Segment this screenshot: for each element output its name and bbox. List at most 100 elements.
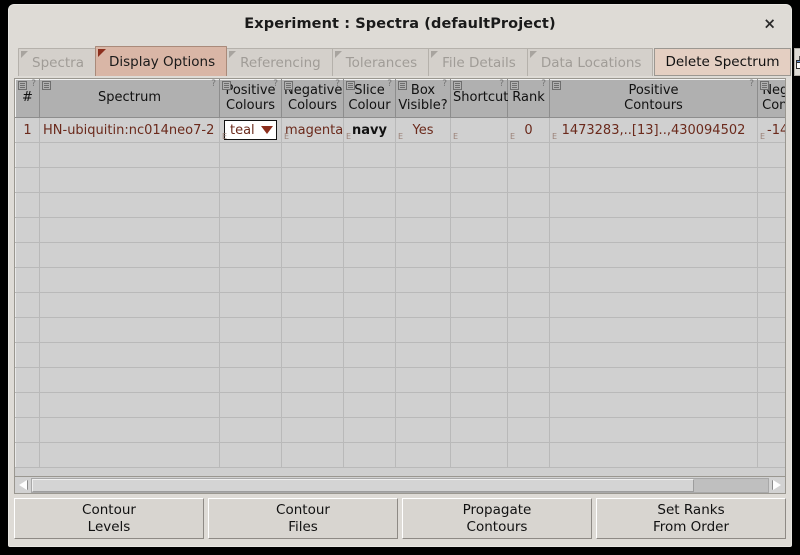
cell-empty[interactable]	[757, 167, 785, 193]
cell-empty[interactable]	[395, 292, 451, 318]
contour-files-button[interactable]: Contour Files	[208, 498, 398, 539]
cell-empty[interactable]	[395, 192, 451, 218]
cell-empty[interactable]	[15, 317, 40, 343]
column-header-index[interactable]: ? #	[15, 79, 40, 118]
cell-empty[interactable]	[450, 267, 508, 293]
cell-empty[interactable]	[395, 442, 451, 468]
scroll-right-button[interactable]	[769, 478, 785, 493]
cell-empty[interactable]	[507, 217, 550, 243]
cell-empty[interactable]	[281, 192, 344, 218]
cell-empty[interactable]	[281, 317, 344, 343]
cell-empty[interactable]	[757, 367, 785, 393]
cell-rank[interactable]: E 0	[507, 117, 550, 143]
cell-empty[interactable]	[219, 442, 282, 468]
cell-empty[interactable]	[757, 442, 785, 468]
cell-empty[interactable]	[549, 192, 758, 218]
cell-empty[interactable]	[343, 217, 396, 243]
cell-empty[interactable]	[39, 217, 220, 243]
cell-empty[interactable]	[15, 442, 40, 468]
column-header-box-visible[interactable]: ? Box Visible?	[395, 79, 451, 118]
tab-file-details[interactable]: File Details	[428, 48, 528, 76]
cell-empty[interactable]	[281, 342, 344, 368]
window-close-button[interactable]: ×	[759, 15, 780, 34]
cell-empty[interactable]	[450, 242, 508, 268]
cell-empty[interactable]	[507, 267, 550, 293]
table-row[interactable]: 1 HN-ubiquitin:nc014neo7-2 E teal E mage…	[15, 117, 785, 143]
cell-empty[interactable]	[450, 367, 508, 393]
cell-empty[interactable]	[15, 142, 40, 168]
cell-empty[interactable]	[507, 192, 550, 218]
cell-empty[interactable]	[219, 267, 282, 293]
cell-empty[interactable]	[450, 192, 508, 218]
cell-empty[interactable]	[343, 392, 396, 418]
cell-empty[interactable]	[343, 142, 396, 168]
table-row-empty[interactable]	[15, 292, 785, 318]
cell-empty[interactable]	[549, 342, 758, 368]
scrollbar-track[interactable]	[31, 477, 769, 493]
cell-empty[interactable]	[219, 142, 282, 168]
cell-negative-contours[interactable]: E -1473283,..	[757, 117, 785, 143]
cell-empty[interactable]	[343, 442, 396, 468]
cell-empty[interactable]	[281, 242, 344, 268]
cell-empty[interactable]	[757, 342, 785, 368]
cell-empty[interactable]	[343, 342, 396, 368]
cell-empty[interactable]	[15, 242, 40, 268]
cell-empty[interactable]	[15, 267, 40, 293]
table-row-empty[interactable]	[15, 317, 785, 343]
cell-empty[interactable]	[39, 267, 220, 293]
tab-tolerances[interactable]: Tolerances	[331, 48, 430, 76]
column-header-spectrum[interactable]: ? Spectrum	[39, 79, 220, 118]
cell-slice-colour[interactable]: E navy	[343, 117, 396, 143]
cell-empty[interactable]	[281, 392, 344, 418]
cell-empty[interactable]	[450, 442, 508, 468]
cell-empty[interactable]	[395, 142, 451, 168]
contour-levels-button[interactable]: Contour Levels	[14, 498, 204, 539]
cell-empty[interactable]	[15, 217, 40, 243]
table-row-empty[interactable]	[15, 367, 785, 393]
cell-empty[interactable]	[343, 292, 396, 318]
cell-empty[interactable]	[219, 342, 282, 368]
cell-empty[interactable]	[395, 242, 451, 268]
cell-empty[interactable]	[281, 417, 344, 443]
cell-empty[interactable]	[549, 267, 758, 293]
scroll-left-button[interactable]	[15, 478, 31, 493]
cell-empty[interactable]	[450, 417, 508, 443]
cell-empty[interactable]	[757, 392, 785, 418]
cell-empty[interactable]	[39, 167, 220, 193]
cell-box-visible[interactable]: E Yes	[395, 117, 451, 143]
cell-empty[interactable]	[15, 292, 40, 318]
cell-empty[interactable]	[281, 367, 344, 393]
column-header-negative-colours[interactable]: ? Negative Colours	[281, 79, 344, 118]
cell-empty[interactable]	[549, 392, 758, 418]
table-row-empty[interactable]	[15, 442, 785, 468]
cell-empty[interactable]	[507, 392, 550, 418]
cell-empty[interactable]	[219, 217, 282, 243]
cell-empty[interactable]	[343, 317, 396, 343]
cell-empty[interactable]	[395, 217, 451, 243]
cell-empty[interactable]	[281, 142, 344, 168]
cell-empty[interactable]	[507, 317, 550, 343]
set-ranks-from-order-button[interactable]: Set Ranks From Order	[596, 498, 786, 539]
cell-empty[interactable]	[15, 342, 40, 368]
cell-empty[interactable]	[549, 317, 758, 343]
cell-empty[interactable]	[395, 367, 451, 393]
cell-empty[interactable]	[219, 417, 282, 443]
cell-empty[interactable]	[39, 367, 220, 393]
cell-empty[interactable]	[549, 442, 758, 468]
tab-display-options[interactable]: Display Options	[94, 46, 228, 76]
cell-empty[interactable]	[343, 417, 396, 443]
column-header-positive-colours[interactable]: ? Positive Colours	[219, 79, 282, 118]
cell-empty[interactable]	[450, 392, 508, 418]
column-header-rank[interactable]: ? Rank	[507, 79, 550, 118]
cell-empty[interactable]	[395, 317, 451, 343]
cell-positive-contours[interactable]: E 1473283,..[13]..,430094502	[549, 117, 758, 143]
tab-data-locations[interactable]: Data Locations	[526, 48, 654, 76]
cell-empty[interactable]	[219, 167, 282, 193]
cell-empty[interactable]	[281, 442, 344, 468]
spectra-table-scroll-area[interactable]: ? # ? Spectrum ? Positive Colours ? Nega…	[15, 79, 785, 476]
cell-empty[interactable]	[39, 417, 220, 443]
cell-empty[interactable]	[450, 142, 508, 168]
table-row-empty[interactable]	[15, 417, 785, 443]
tab-referencing[interactable]: Referencing	[226, 48, 333, 76]
cell-empty[interactable]	[281, 167, 344, 193]
